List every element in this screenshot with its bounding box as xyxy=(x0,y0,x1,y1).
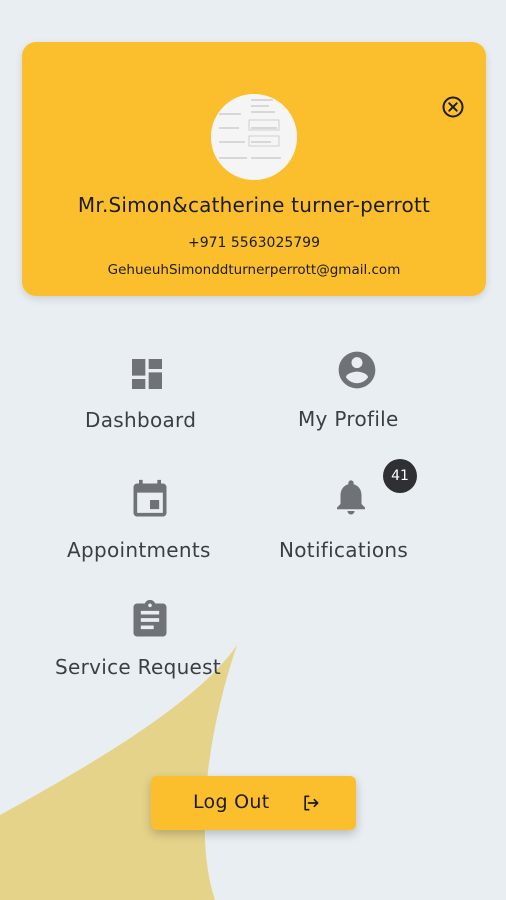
my-profile-label: My Profile xyxy=(298,407,399,431)
logout-button[interactable]: Log Out xyxy=(151,776,356,830)
menu-item-my-profile[interactable]: My Profile xyxy=(275,345,440,445)
avatar-image xyxy=(211,94,297,180)
close-icon[interactable] xyxy=(441,95,465,119)
menu-item-notifications[interactable]: Notifications xyxy=(270,475,445,575)
service-request-label: Service Request xyxy=(55,655,222,679)
dashboard-label: Dashboard xyxy=(85,408,197,432)
user-name: Mr.Simon&catherine turner-perrott xyxy=(77,193,431,217)
dashboard-icon xyxy=(132,359,162,389)
menu-item-dashboard[interactable]: Dashboard xyxy=(60,345,240,445)
notification-count-badge: 41 xyxy=(383,459,417,493)
appointments-label: Appointments xyxy=(67,538,211,562)
notifications-label: Notifications xyxy=(279,538,409,562)
user-phone: +971 5563025799 xyxy=(188,235,320,251)
menu-item-appointments[interactable]: Appointments xyxy=(55,475,250,575)
user-email: GehueuhSimonddturnerperrott@gmail.com xyxy=(107,262,401,278)
avatar[interactable] xyxy=(211,94,297,180)
logout-icon xyxy=(304,795,319,811)
clipboard-icon xyxy=(133,599,167,637)
bell-icon xyxy=(337,480,365,515)
logout-label: Log Out xyxy=(193,791,270,813)
menu-item-service-request[interactable]: Service Request xyxy=(50,595,260,690)
account-circle-icon xyxy=(338,351,376,389)
calendar-icon xyxy=(133,479,167,517)
